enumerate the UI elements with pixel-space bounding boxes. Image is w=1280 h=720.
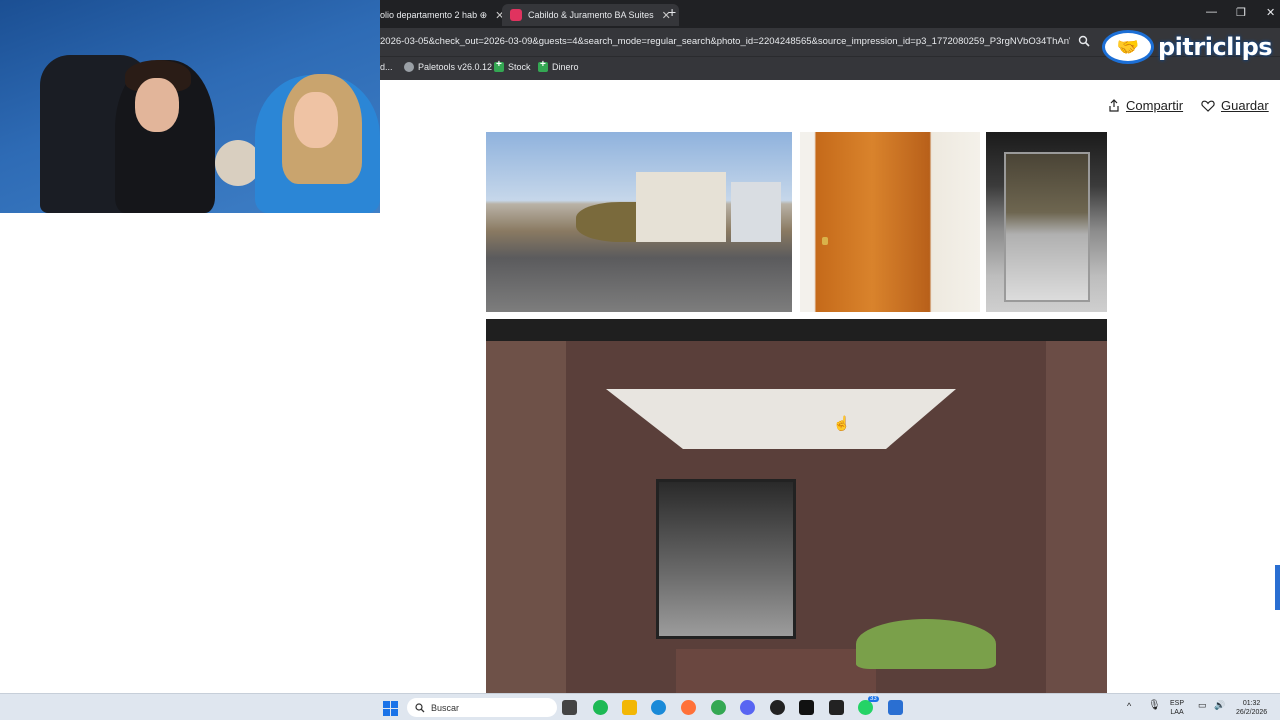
- bookmark-item[interactable]: d...: [380, 62, 393, 72]
- language-indicator[interactable]: ESP LAA: [1170, 699, 1184, 717]
- tab-active[interactable]: Cabildo & Juramento BA Suites ✕: [502, 4, 679, 26]
- taskbar-search[interactable]: Buscar: [407, 698, 557, 717]
- windows-taskbar: Buscar 33 ^ 🎙 ESP LAA ▭ 🔊 01:32 26/2/202…: [0, 693, 1280, 720]
- save-button[interactable]: Guardar: [1201, 98, 1269, 113]
- window-close-icon[interactable]: ✕: [1266, 6, 1275, 19]
- tab-label: Cabildo & Juramento BA Suites: [528, 10, 654, 20]
- hand-cursor-icon: ☝: [833, 415, 851, 431]
- tiktok-icon[interactable]: [799, 700, 814, 715]
- spotify-icon[interactable]: [593, 700, 608, 715]
- windows-start-icon[interactable]: [383, 701, 398, 716]
- chrome-icon[interactable]: [711, 700, 726, 715]
- photo-apartment-door[interactable]: [800, 132, 980, 312]
- firefox-icon[interactable]: [681, 700, 696, 715]
- new-tab-icon[interactable]: +: [668, 4, 676, 20]
- file-explorer-icon[interactable]: [622, 700, 637, 715]
- search-icon: [415, 702, 425, 712]
- app-icon[interactable]: [770, 700, 785, 715]
- url-field[interactable]: 2026-03-05&check_out=2026-03-09&guests=4…: [380, 36, 1070, 47]
- volume-icon[interactable]: 🔊: [1214, 701, 1225, 710]
- microphone-icon[interactable]: 🎙: [1148, 701, 1161, 711]
- handshake-logo-icon: 🤝: [1102, 30, 1154, 64]
- photo-street-view[interactable]: [486, 132, 792, 312]
- bookmark-paletools[interactable]: Paletools v26.0.12: [404, 62, 492, 72]
- notification-badge: 33: [868, 696, 879, 702]
- sheets-icon: [494, 59, 504, 72]
- bookmark-dinero[interactable]: Dinero: [538, 59, 579, 72]
- discord-icon[interactable]: [740, 700, 755, 715]
- scroll-indicator[interactable]: [1275, 565, 1280, 610]
- restore-icon[interactable]: ❐: [1236, 6, 1246, 19]
- heart-icon: [1201, 100, 1215, 112]
- tab-label: olio departamento 2 hab ⊕: [380, 9, 488, 20]
- sheets-icon: [538, 59, 548, 72]
- capcut-icon[interactable]: [829, 700, 844, 715]
- airbnb-favicon-icon: [510, 9, 522, 21]
- share-button[interactable]: Compartir: [1108, 98, 1183, 113]
- pitriclips-watermark: 🤝 pitriclips: [1102, 30, 1273, 64]
- minimize-icon[interactable]: —: [1206, 6, 1217, 18]
- zoom-icon[interactable]: [1078, 35, 1090, 47]
- globe-icon: [404, 62, 414, 72]
- share-icon: [1109, 99, 1119, 112]
- notepad-icon[interactable]: [888, 700, 903, 715]
- whatsapp-icon[interactable]: [858, 700, 873, 715]
- webcam-overlay: [0, 0, 380, 213]
- bookmark-stock[interactable]: Stock: [494, 59, 531, 72]
- photo-building-entrance[interactable]: [486, 319, 1107, 693]
- network-icon[interactable]: ▭: [1198, 701, 1207, 710]
- chevron-up-icon[interactable]: ^: [1127, 702, 1131, 711]
- photo-elevator[interactable]: [986, 132, 1107, 312]
- task-view-icon[interactable]: [562, 700, 577, 715]
- clock[interactable]: 01:32 26/2/2026: [1236, 699, 1267, 717]
- tab-previous[interactable]: olio departamento 2 hab ⊕ ✕: [380, 4, 504, 26]
- screen: olio departamento 2 hab ⊕ ✕ Cabildo & Ju…: [0, 0, 1280, 720]
- edge-icon[interactable]: [651, 700, 666, 715]
